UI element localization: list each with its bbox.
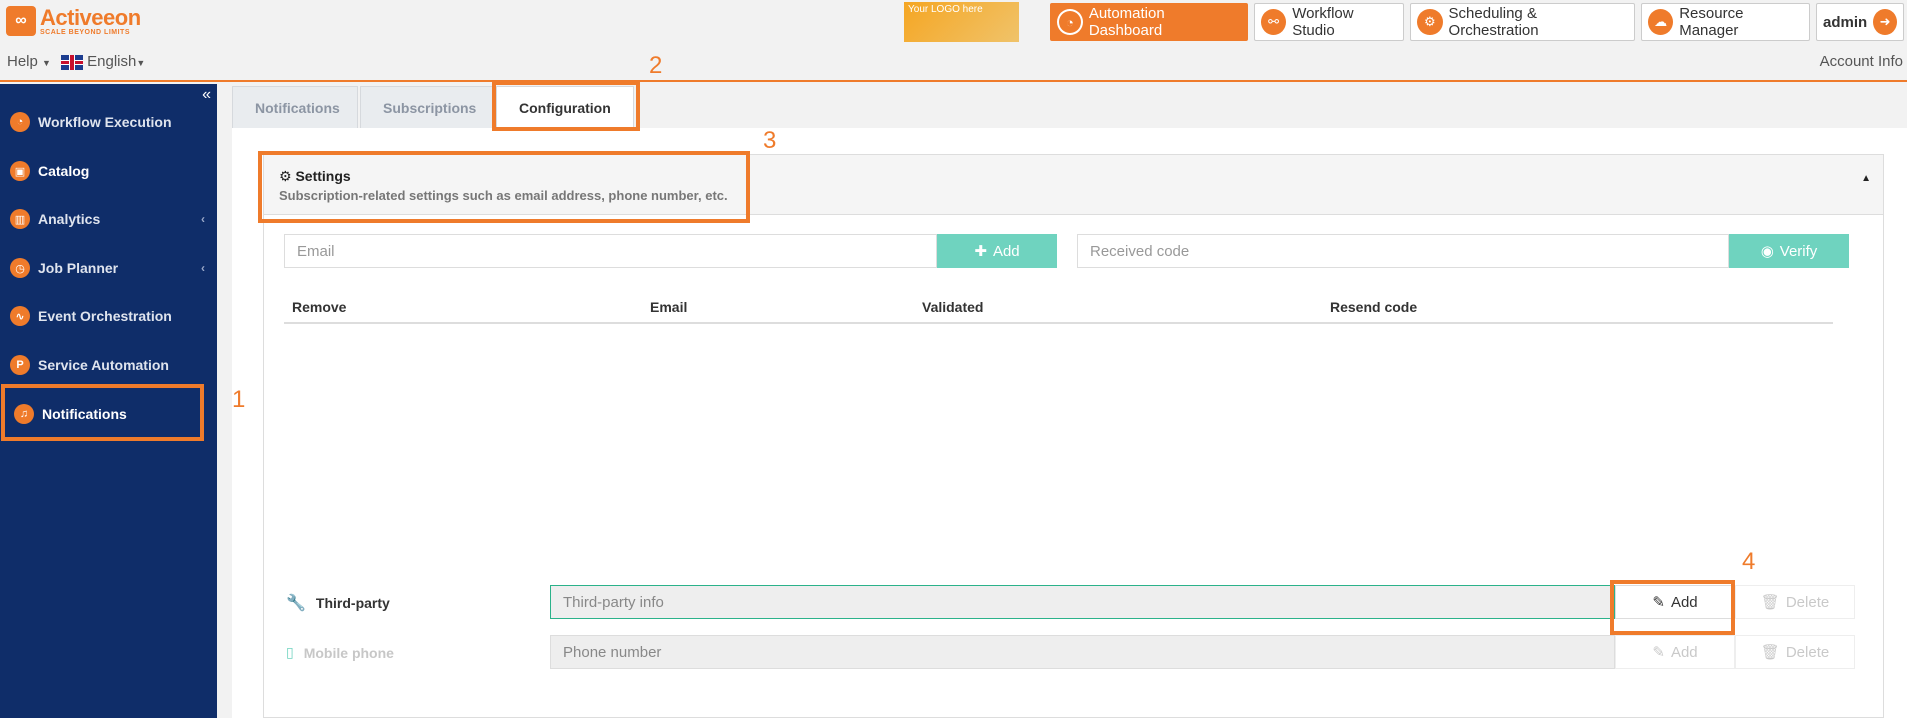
custom-logo-placeholder: Your LOGO here <box>904 2 1019 42</box>
logo-mark-icon: ∞ <box>6 6 36 36</box>
tab-notifications[interactable]: Notifications <box>232 86 358 128</box>
sidebar-item-workflow-execution[interactable]: ◔ Workflow Execution <box>0 102 217 142</box>
column-resend-code: Resend code <box>1330 299 1418 315</box>
sidebar-item-analytics[interactable]: ▥ Analytics ‹ <box>0 199 217 239</box>
automation-dashboard-button[interactable]: ◔ Automation Dashboard <box>1050 3 1248 41</box>
tab-bar: Notifications Subscriptions Configuratio… <box>232 86 636 128</box>
annotation-label-2: 2 <box>649 52 663 79</box>
help-language-row: Help ▼ English▼ <box>7 53 145 70</box>
settings-box: ⚙ Settings Subscription-related settings… <box>263 154 1884 718</box>
sidebar-item-event-orchestration[interactable]: ∿ Event Orchestration <box>0 296 217 336</box>
gauge-icon: ◔ <box>1057 9 1083 35</box>
chevron-left-icon: ‹ <box>201 212 205 226</box>
paas-icon: P <box>10 355 30 375</box>
pencil-icon: ✎ <box>1652 644 1665 661</box>
activeeon-logo[interactable]: ∞ Activeeon SCALE BEYOND LIMITS <box>6 6 141 36</box>
account-info-link[interactable]: Account Info <box>1820 53 1903 70</box>
settings-title: ⚙ Settings <box>279 168 351 184</box>
gauge-icon: ◔ <box>10 112 30 132</box>
tab-subscriptions[interactable]: Subscriptions <box>360 86 494 128</box>
eye-icon: ◉ <box>1760 243 1774 260</box>
mobile-phone-label: ▯ Mobile phone <box>286 644 394 661</box>
add-email-button[interactable]: ✚ Add <box>937 234 1057 268</box>
settings-subtitle: Subscription-related settings such as em… <box>279 188 728 203</box>
received-code-input[interactable]: Received code <box>1077 234 1729 268</box>
brand-tagline: SCALE BEYOND LIMITS <box>40 28 131 36</box>
plus-icon: ✚ <box>974 243 987 260</box>
email-table-header: Remove Email Validated Resend code <box>284 290 1833 324</box>
brand-name: Activeeon <box>40 4 141 30</box>
third-party-add-button[interactable]: ✎ Add <box>1615 585 1735 619</box>
language-menu[interactable]: English▼ <box>60 53 146 70</box>
gears-icon: ⚙ <box>1417 9 1443 35</box>
mobile-phone-icon: ▯ <box>286 644 294 660</box>
pencil-icon: ✎ <box>1652 594 1665 611</box>
workflow-studio-button[interactable]: ⚯ Workflow Studio <box>1254 3 1404 41</box>
collapse-up-icon[interactable]: ▲ <box>1861 173 1871 184</box>
top-bar: ∞ Activeeon SCALE BEYOND LIMITS Help ▼ E… <box>0 0 1907 82</box>
workflow-icon: ⚯ <box>1261 9 1287 35</box>
wrench-icon: 🔧 <box>286 595 306 612</box>
mobile-delete-button[interactable]: 🗑 Delete <box>1735 635 1855 669</box>
third-party-delete-button[interactable]: 🗑 Delete <box>1735 585 1855 619</box>
gear-icon: ⚙ <box>279 168 292 184</box>
annotation-label-4: 4 <box>1742 548 1756 575</box>
bell-icon: ♫ <box>14 404 34 424</box>
third-party-label: 🔧 Third-party <box>286 595 390 612</box>
chart-icon: ▥ <box>10 209 30 229</box>
annotation-label-3: 3 <box>763 127 777 154</box>
cloud-icon: ☁ <box>1648 9 1674 35</box>
column-remove: Remove <box>292 299 347 315</box>
pulse-icon: ∿ <box>10 306 30 326</box>
scheduling-orchestration-button[interactable]: ⚙ Scheduling & Orchestration <box>1410 3 1635 41</box>
phone-number-input[interactable]: Phone number <box>550 635 1615 669</box>
catalog-icon: ▣ <box>10 161 30 181</box>
trash-icon: 🗑 <box>1760 644 1780 661</box>
verify-button[interactable]: ◉ Verify <box>1729 234 1849 268</box>
email-input[interactable]: Email <box>284 234 937 268</box>
caret-down-icon: ▼ <box>136 58 146 68</box>
sidebar-item-notifications[interactable]: ♫ Notifications <box>0 394 217 434</box>
main-content: Notifications Subscriptions Configuratio… <box>217 84 1907 718</box>
sidebar-item-catalog[interactable]: ▣ Catalog <box>0 151 217 191</box>
logout-icon: ➜ <box>1873 9 1897 35</box>
chevron-left-icon: ‹ <box>201 261 205 275</box>
column-email: Email <box>650 299 688 315</box>
uk-flag-icon <box>60 54 83 70</box>
caret-down-icon: ▼ <box>42 58 51 68</box>
column-validated: Validated <box>922 299 984 315</box>
mobile-add-button[interactable]: ✎ Add <box>1615 635 1735 669</box>
third-party-input[interactable]: Third-party info <box>550 585 1615 619</box>
settings-header[interactable]: ⚙ Settings Subscription-related settings… <box>264 155 1883 215</box>
sidebar-item-service-automation[interactable]: P Service Automation <box>0 345 217 385</box>
clock-icon: ◷ <box>10 258 30 278</box>
resource-manager-button[interactable]: ☁ Resource Manager <box>1641 3 1810 41</box>
trash-icon: 🗑 <box>1760 594 1780 611</box>
help-menu[interactable]: Help ▼ <box>7 53 51 70</box>
tab-configuration[interactable]: Configuration <box>496 86 634 128</box>
annotation-label-1: 1 <box>232 386 246 413</box>
sidebar: « ◔ Workflow Execution ▣ Catalog ▥ Analy… <box>0 84 217 718</box>
admin-user-button[interactable]: admin ➜ <box>1816 3 1904 41</box>
sidebar-item-job-planner[interactable]: ◷ Job Planner ‹ <box>0 248 217 288</box>
